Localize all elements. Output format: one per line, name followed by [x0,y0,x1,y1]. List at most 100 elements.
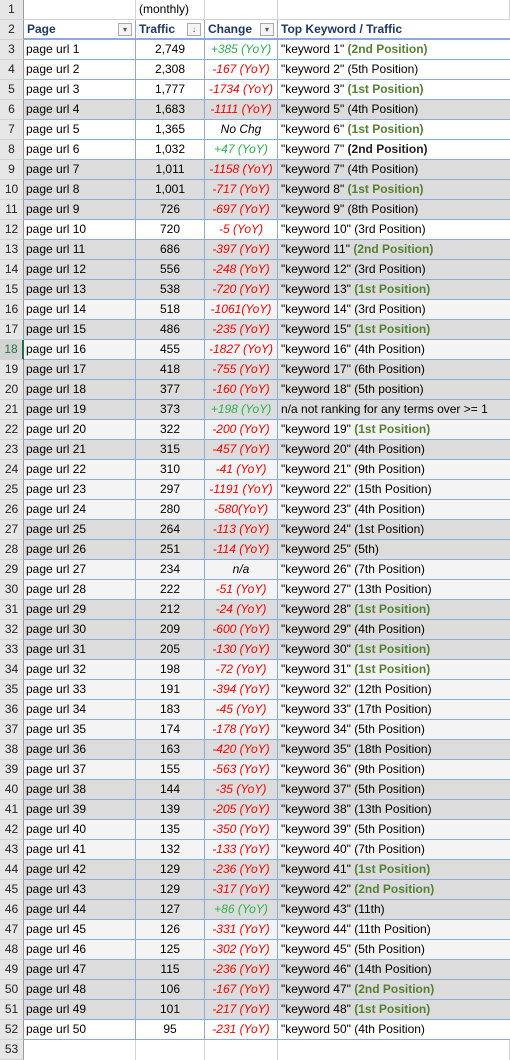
row-header[interactable]: 17 [0,320,24,340]
page-cell[interactable]: page url 22 [24,460,136,480]
traffic-cell[interactable]: 212 [136,600,205,620]
traffic-cell[interactable]: 135 [136,820,205,840]
change-cell[interactable]: -167 (YoY) [205,60,278,80]
change-cell[interactable]: -420 (YoY) [205,740,278,760]
traffic-cell[interactable]: 1,032 [136,140,205,160]
keyword-cell[interactable]: "keyword 40" (7th Position) [278,840,510,860]
page-cell[interactable]: page url 8 [24,180,136,200]
keyword-cell[interactable]: "keyword 32" (12th Position) [278,680,510,700]
keyword-cell[interactable]: "keyword 7" (2nd Position) [278,140,510,160]
keyword-cell[interactable]: "keyword 39" (5th Position) [278,820,510,840]
keyword-cell[interactable]: "keyword 34" (5th Position) [278,720,510,740]
change-cell[interactable]: -248 (YoY) [205,260,278,280]
traffic-cell[interactable]: 726 [136,200,205,220]
page-cell[interactable]: page url 19 [24,400,136,420]
row-header[interactable]: 40 [0,780,24,800]
row-header[interactable]: 44 [0,860,24,880]
row-header[interactable]: 23 [0,440,24,460]
row-header[interactable]: 19 [0,360,24,380]
row-header[interactable]: 11 [0,200,24,220]
filter-dropdown-icon[interactable]: ▾ [118,23,132,36]
change-cell[interactable]: -563 (YoY) [205,760,278,780]
row-header[interactable]: 48 [0,940,24,960]
page-cell[interactable]: page url 15 [24,320,136,340]
traffic-cell[interactable]: 163 [136,740,205,760]
keyword-cell[interactable]: "keyword 28" (1st Position) [278,600,510,620]
traffic-cell[interactable]: 486 [136,320,205,340]
traffic-cell[interactable]: 174 [136,720,205,740]
page-cell[interactable]: page url 50 [24,1020,136,1040]
keyword-cell[interactable]: "keyword 48" (1st Position) [278,1000,510,1020]
row-header[interactable]: 37 [0,720,24,740]
page-cell[interactable]: page url 28 [24,580,136,600]
row-header[interactable]: 49 [0,960,24,980]
cell-a1[interactable] [24,0,136,20]
traffic-cell[interactable]: 132 [136,840,205,860]
page-cell[interactable]: page url 33 [24,680,136,700]
row-header[interactable]: 38 [0,740,24,760]
row-header[interactable]: 32 [0,620,24,640]
keyword-cell[interactable]: "keyword 50" (4th Position) [278,1020,510,1040]
keyword-cell[interactable]: "keyword 43" (11th) [278,900,510,920]
change-cell[interactable]: -72 (YoY) [205,660,278,680]
row-header[interactable]: 43 [0,840,24,860]
page-cell[interactable]: page url 47 [24,960,136,980]
keyword-cell[interactable]: "keyword 21" (9th Position) [278,460,510,480]
traffic-cell[interactable]: 310 [136,460,205,480]
page-cell[interactable]: page url 2 [24,60,136,80]
traffic-cell[interactable]: 2,749 [136,40,205,60]
traffic-cell[interactable]: 322 [136,420,205,440]
row-header[interactable]: 45 [0,880,24,900]
traffic-cell[interactable]: 126 [136,920,205,940]
keyword-cell[interactable]: "keyword 38" (13th Position) [278,800,510,820]
change-cell[interactable]: -35 (YoY) [205,780,278,800]
page-cell[interactable]: page url 37 [24,760,136,780]
keyword-cell[interactable]: "keyword 16" (4th Position) [278,340,510,360]
page-cell[interactable]: page url 4 [24,100,136,120]
traffic-cell[interactable]: 2,308 [136,60,205,80]
row-header[interactable]: 5 [0,80,24,100]
keyword-cell[interactable]: "keyword 10" (3rd Position) [278,220,510,240]
page-cell[interactable]: page url 20 [24,420,136,440]
cell[interactable] [136,1040,205,1060]
change-cell[interactable]: -1191 (YoY) [205,480,278,500]
change-cell[interactable]: -167 (YoY) [205,980,278,1000]
traffic-cell[interactable]: 209 [136,620,205,640]
row-header[interactable]: 47 [0,920,24,940]
traffic-cell[interactable]: 125 [136,940,205,960]
traffic-cell[interactable]: 144 [136,780,205,800]
row-header[interactable]: 12 [0,220,24,240]
change-cell[interactable]: +385 (YoY) [205,40,278,60]
traffic-cell[interactable]: 183 [136,700,205,720]
row-header[interactable]: 42 [0,820,24,840]
traffic-cell[interactable]: 129 [136,880,205,900]
keyword-cell[interactable]: "keyword 5" (4th Position) [278,100,510,120]
keyword-cell[interactable]: "keyword 3" (1st Position) [278,80,510,100]
row-header[interactable]: 20 [0,380,24,400]
keyword-cell[interactable]: "keyword 35" (18th Position) [278,740,510,760]
change-cell[interactable]: -350 (YoY) [205,820,278,840]
row-header[interactable]: 13 [0,240,24,260]
row-header[interactable]: 36 [0,700,24,720]
cell[interactable] [24,1040,136,1060]
keyword-cell[interactable]: "keyword 14" (3rd Position) [278,300,510,320]
row-header[interactable]: 1 [0,0,24,20]
keyword-cell[interactable]: "keyword 36" (9th Position) [278,760,510,780]
change-cell[interactable]: -205 (YoY) [205,800,278,820]
traffic-cell[interactable]: 127 [136,900,205,920]
row-header[interactable]: 35 [0,680,24,700]
row-header[interactable]: 16 [0,300,24,320]
traffic-cell[interactable]: 280 [136,500,205,520]
change-cell[interactable]: -160 (YoY) [205,380,278,400]
page-cell[interactable]: page url 16 [24,340,136,360]
page-cell[interactable]: page url 5 [24,120,136,140]
row-header[interactable]: 4 [0,60,24,80]
change-cell[interactable]: -130 (YoY) [205,640,278,660]
page-cell[interactable]: page url 49 [24,1000,136,1020]
traffic-note-cell[interactable]: (monthly) [136,0,205,20]
column-header-page[interactable]: Page ▾ [24,20,136,40]
row-header[interactable]: 24 [0,460,24,480]
page-cell[interactable]: page url 41 [24,840,136,860]
row-header[interactable]: 52 [0,1020,24,1040]
row-header[interactable]: 29 [0,560,24,580]
